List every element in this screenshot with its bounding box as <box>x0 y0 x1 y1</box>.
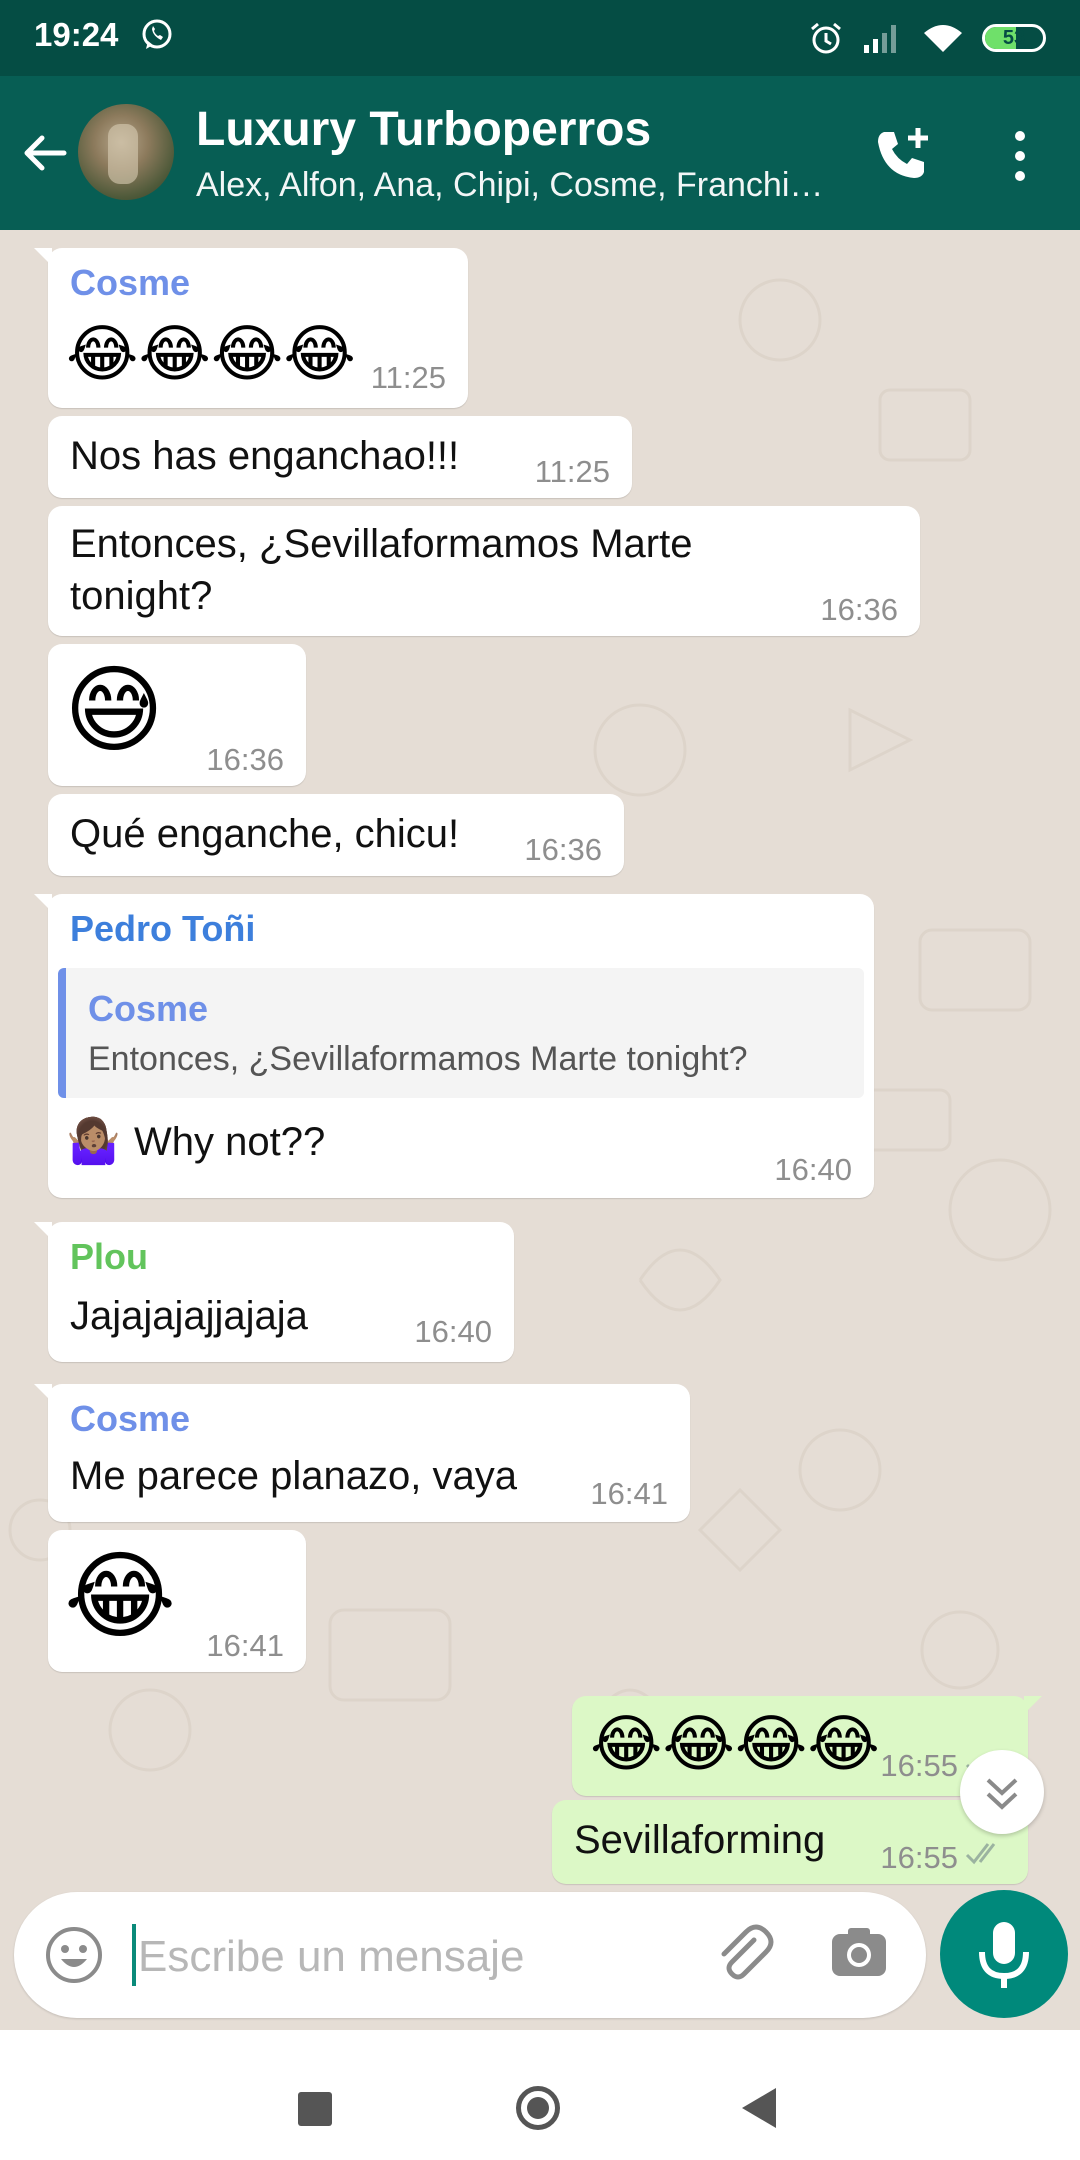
status-bar: 19:24 53 <box>0 0 1080 76</box>
message-time: 16:55 <box>880 1840 958 1875</box>
message-emoji: 😅 <box>64 657 165 764</box>
message-text: Qué enganche, chicu! <box>70 812 460 856</box>
chat-area[interactable]: Cosme 😂😂😂😂 11:25 Nos has enganchao!!! 11… <box>0 230 1080 2030</box>
message-time: 11:25 <box>370 360 446 395</box>
battery-icon: 53 <box>982 24 1046 52</box>
battery-level: 53 <box>1002 27 1026 49</box>
message-composer <box>14 1892 926 2018</box>
signal-icon <box>864 25 896 53</box>
message-time: 16:40 <box>774 1152 852 1187</box>
message-bubble-incoming[interactable]: Entonces, ¿Sevillaformamos Marte tonight… <box>48 506 920 636</box>
message-bubble-incoming[interactable]: Cosme Me parece planazo, vaya 16:41 <box>34 1384 690 1522</box>
mic-icon <box>979 1922 1029 1988</box>
quoted-sender: Cosme <box>88 988 209 1029</box>
scroll-down-button[interactable] <box>960 1750 1044 1834</box>
message-sender[interactable]: Cosme <box>70 262 190 304</box>
wifi-icon <box>924 25 962 52</box>
status-time: 19:24 <box>34 16 119 53</box>
message-bubble-incoming[interactable]: Nos has enganchao!!! 11:25 <box>48 416 632 498</box>
quoted-text: Entonces, ¿Sevillaformamos Marte tonight… <box>88 1040 748 1078</box>
message-time: 16:41 <box>206 1628 284 1663</box>
message-emoji: 🤷🏽‍♀️ <box>66 1117 121 1166</box>
message-bubble-incoming[interactable]: Plou Jajajajajjajaja 16:40 <box>34 1222 514 1362</box>
message-time: 16:36 <box>206 742 284 777</box>
message-text-line: tonight? <box>70 574 213 618</box>
message-bubble-incoming[interactable]: 😂 16:41 <box>48 1530 306 1672</box>
android-nav-bar <box>0 2030 1080 2160</box>
chat-members[interactable]: Alex, Alfon, Ana, Chipi, Cosme, Franchi… <box>196 166 836 205</box>
message-sender[interactable]: Pedro Toñi <box>70 908 255 950</box>
message-bubble-incoming[interactable]: 😅 16:36 <box>48 644 306 786</box>
message-bubble-outgoing[interactable]: Sevillaforming 16:55 <box>552 1800 1028 1884</box>
message-time: 16:40 <box>414 1314 492 1349</box>
message-input[interactable] <box>136 1926 700 1988</box>
message-text: Me parece planazo, vaya <box>70 1454 517 1498</box>
message-text: Jajajajajjajaja <box>70 1294 308 1338</box>
more-vert-icon[interactable] <box>1000 126 1040 186</box>
message-bubble-incoming[interactable]: Cosme 😂😂😂😂 11:25 <box>34 248 468 408</box>
message-time: 16:36 <box>524 832 602 867</box>
message-emoji: 😂😂😂😂 <box>66 320 356 389</box>
message-time: 11:25 <box>534 454 610 489</box>
back-button[interactable] <box>742 2088 776 2128</box>
alarm-icon <box>811 22 841 54</box>
mic-button[interactable] <box>940 1890 1068 2018</box>
back-arrow-icon[interactable] <box>20 128 70 178</box>
message-bubble-incoming[interactable]: Pedro Toñi Cosme Entonces, ¿Sevillaforma… <box>34 894 874 1198</box>
message-sender[interactable]: Cosme <box>70 1398 190 1440</box>
message-emoji: 😂 <box>64 1543 177 1650</box>
recents-button[interactable] <box>298 2092 332 2126</box>
message-text: Nos has enganchao!!! <box>70 434 460 478</box>
attach-icon[interactable] <box>708 1920 778 1990</box>
message-emoji: 😂😂😂😂 <box>590 1710 880 1779</box>
message-time: 16:36 <box>820 592 898 627</box>
message-text: Sevillaforming <box>574 1818 826 1862</box>
chat-title[interactable]: Luxury Turboperros <box>196 102 651 157</box>
message-time: 16:41 <box>590 1476 668 1511</box>
status-icons: 53 <box>808 16 1046 60</box>
add-call-icon[interactable] <box>872 124 934 186</box>
read-receipt-icon <box>965 1843 996 1865</box>
chat-header: Luxury Turboperros Alex, Alfon, Ana, Chi… <box>0 76 1080 230</box>
message-bubble-incoming[interactable]: Qué enganche, chicu! 16:36 <box>48 794 624 876</box>
quoted-message[interactable]: Cosme Entonces, ¿Sevillaformamos Marte t… <box>58 968 864 1098</box>
message-text: Why not?? <box>134 1120 326 1164</box>
message-time: 16:55 <box>880 1748 958 1783</box>
chevron-double-down-icon <box>986 1778 1018 1810</box>
camera-icon[interactable] <box>828 1922 890 1984</box>
emoji-icon[interactable] <box>44 1925 104 1985</box>
home-button[interactable] <box>516 2086 560 2130</box>
group-avatar[interactable] <box>78 104 174 200</box>
message-text-line: Entonces, ¿Sevillaformamos Marte <box>70 522 693 566</box>
message-sender[interactable]: Plou <box>70 1236 148 1278</box>
whatsapp-icon <box>142 19 172 49</box>
